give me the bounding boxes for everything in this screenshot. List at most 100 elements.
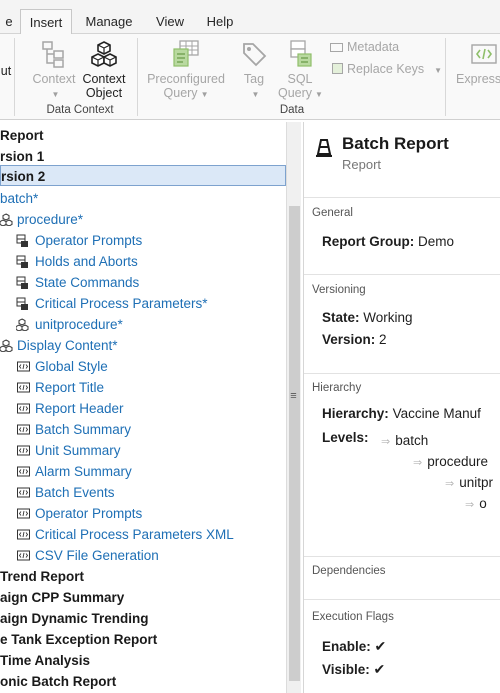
tree-item[interactable]: e Tank Exception Report [0,629,157,650]
checkmark-icon: ✔ [373,661,386,677]
field-label: Version: [322,332,376,347]
tab-manage[interactable]: Manage [78,9,140,34]
section-versioning: Versioning State: Working Version: 2 [304,274,500,373]
group-label-data: Data [279,104,305,116]
field-value: Vaccine Manuf [392,406,481,421]
sql-query-button[interactable]: SQL Query ▼ [278,40,323,102]
arrow-right-icon: ⇒ [413,457,423,469]
tree-item[interactable]: Trend Report [0,566,84,587]
tree-item[interactable]: aign CPP Summary [0,587,124,608]
cubes-icon [16,318,29,331]
tree-item[interactable]: Display Content* [0,335,118,356]
report-group-field: Report Group: Demo [322,234,454,249]
tree-item[interactable]: rsion 1 [0,146,44,167]
replace-keys-icon [332,63,343,74]
field-value: Working [363,310,413,325]
ribbon-separator [137,38,138,116]
tree-item[interactable]: Unit Summary [0,440,121,461]
section-dependencies: Dependencies [304,556,500,599]
code-icon [17,445,30,456]
table-query-icon [173,40,199,67]
tree-item[interactable]: Time Analysis [0,650,90,671]
tree-item[interactable]: Batch Summary [0,419,131,440]
tree-item-label: rsion 1 [0,149,45,164]
tree-item-label: e Tank Exception Report [0,632,158,647]
tree-item[interactable]: aign Dynamic Trending [0,608,149,629]
splitter-grip-icon[interactable]: ≡ [287,390,300,402]
field-label: Hierarchy: [322,406,389,421]
field-label: Visible: [322,662,370,677]
tab-file[interactable]: e [0,9,18,34]
section-general: General Report Group: Demo [304,197,500,274]
levels-label: Levels: [322,430,369,445]
tag-button[interactable]: Tag ▼ [234,40,274,102]
tree-item[interactable]: Alarm Summary [0,461,132,482]
context-button[interactable]: Context ▼ [30,40,78,102]
database-icon [16,297,28,310]
tree-item-label: aign Dynamic Trending [0,611,149,626]
tree-item[interactable]: Critical Process Parameters XML [0,524,234,545]
details-title: Batch Report [342,134,449,153]
checkmark-icon: ✔ [374,638,387,654]
tab-help[interactable]: Help [200,9,240,34]
tree-item[interactable]: Report [0,125,44,146]
tag-label: Tag [243,72,265,86]
context-object-button[interactable]: Context Object [80,40,128,100]
database-icon [16,255,28,268]
metadata-button[interactable]: Metadata [330,38,399,56]
report-icon [316,139,332,157]
tree-item[interactable]: Global Style [0,356,108,377]
field-label: Enable: [322,639,371,654]
tree-item[interactable]: unitprocedure* [0,314,123,335]
ribbon: ut Context ▼ Context Object Data Context [0,34,500,120]
sql-query-label-1: SQL [287,72,313,86]
tree-item-label: aign CPP Summary [0,590,125,605]
field-label: State: [322,310,360,325]
field-value: Demo [418,234,455,249]
tree-item[interactable]: Report Title [0,377,104,398]
level-label: unitpr [459,475,493,490]
tree-item[interactable]: Report Header [0,398,124,419]
tree-item[interactable]: Operator Prompts [0,503,142,524]
section-header: General [312,207,353,219]
chevron-down-icon: ▼ [315,90,323,99]
level-item: ⇒ o [465,496,487,511]
tree-item-label: Report [0,128,44,143]
tree-item-label: Trend Report [0,569,85,584]
field-label: Levels: [322,430,369,445]
ribbon-separator [14,38,15,116]
level-item: ⇒ unitpr [445,475,493,490]
cut-off-button[interactable]: ut [0,64,12,78]
preconfigured-query-button[interactable]: Preconfigured Query ▼ [143,40,229,102]
ribbon-tabstrip: e Insert Manage View Help [0,0,500,35]
tree-item[interactable]: Operator Prompts [0,230,142,251]
scrollbar-thumb[interactable] [289,206,300,681]
details-panel: Batch Report Report General Report Group… [303,122,500,693]
tree-item-label: Time Analysis [0,653,91,668]
level-item: ⇒ procedure [413,454,488,469]
tree-item[interactable]: State Commands [0,272,139,293]
tree-item[interactable]: Critical Process Parameters* [0,293,208,314]
tree-item[interactable]: batch* [0,188,38,209]
tree-item[interactable]: onic Batch Report [0,671,116,692]
ribbon-separator [445,38,446,116]
tree-scrollbar[interactable] [286,122,301,693]
tree-item-label: procedure* [17,212,84,227]
context-label: Context [32,72,76,86]
tree-item[interactable]: Batch Events [0,482,115,503]
tab-view[interactable]: View [146,9,194,34]
code-icon [17,466,30,477]
tree-item-selected[interactable]: rsion 2 [0,165,286,186]
tree-item[interactable]: CSV File Generation [0,545,159,566]
tree-item[interactable]: procedure* [0,209,83,230]
level-label: procedure [427,454,489,469]
tree-item-label: Unit Summary [35,443,121,458]
tab-insert[interactable]: Insert [20,9,72,35]
tree-item-label: Report Title [35,380,105,395]
expression-button[interactable]: Expressi [456,40,500,86]
replace-keys-button[interactable]: Replace Keys ▼ [332,60,442,78]
expression-label: Expressi [456,72,500,86]
context-object-label-1: Context [82,72,126,86]
replace-keys-label: Replace Keys [347,62,425,76]
tree-item[interactable]: Holds and Aborts [0,251,138,272]
